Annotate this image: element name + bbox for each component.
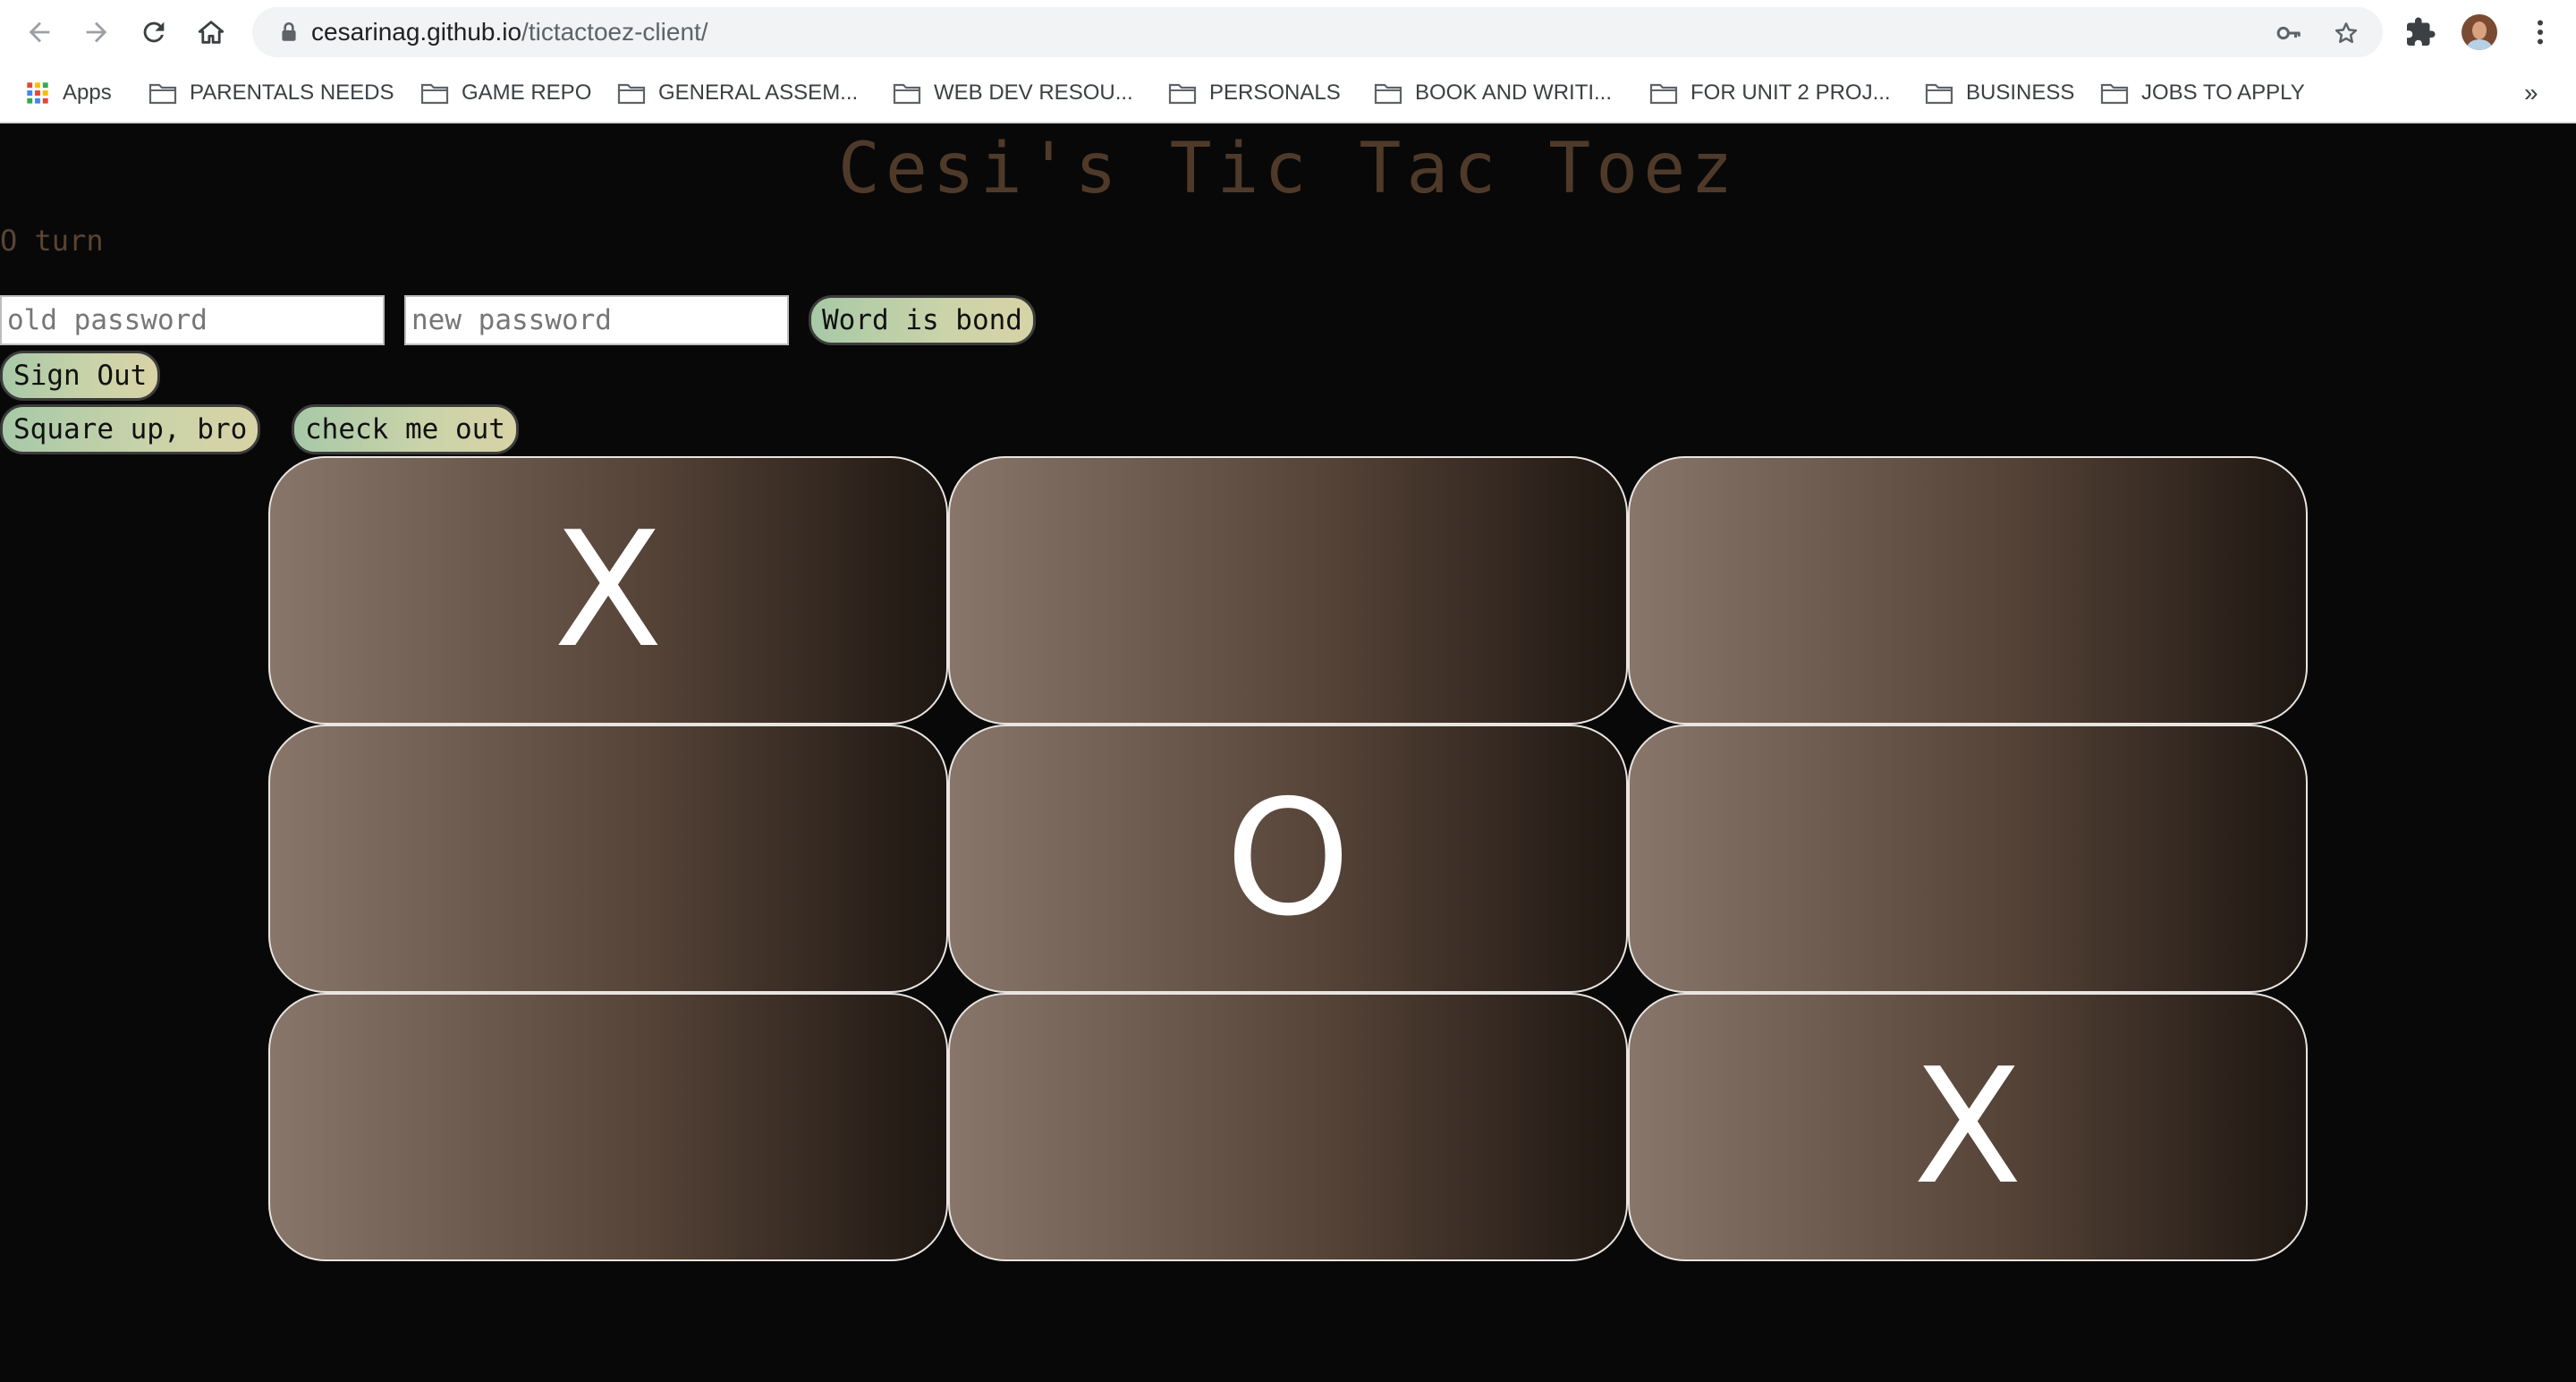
bookmarks-overflow-button[interactable]: » xyxy=(2524,64,2538,122)
bookmark-label: PARENTALS NEEDS xyxy=(190,81,394,105)
bookmark-folder[interactable]: FOR UNIT 2 PROJ... xyxy=(1649,64,1891,122)
lock-icon[interactable] xyxy=(277,21,301,44)
bookmark-folder[interactable]: BOOK AND WRITI... xyxy=(1374,64,1612,122)
back-arrow-icon[interactable] xyxy=(20,13,59,52)
bookmark-folder[interactable]: GENERAL ASSEM... xyxy=(617,64,858,122)
profile-avatar[interactable] xyxy=(2462,14,2497,50)
folder-icon xyxy=(1168,83,1197,105)
bookmark-label: GENERAL ASSEM... xyxy=(658,81,859,105)
board-cell-2[interactable] xyxy=(1628,456,2308,725)
bookmark-label: BUSINESS xyxy=(1966,81,2075,105)
folder-icon xyxy=(420,83,449,105)
board-cell-5[interactable] xyxy=(1628,725,2308,993)
address-bar[interactable]: cesarinag.github.io/tictactoez-client/ xyxy=(252,7,2383,57)
folder-icon xyxy=(893,83,921,105)
turn-message: O turn xyxy=(0,224,104,258)
new-game-button[interactable]: Square up, bro xyxy=(0,404,261,454)
folder-icon xyxy=(617,83,646,105)
forward-arrow-icon[interactable] xyxy=(77,13,116,52)
folder-icon xyxy=(148,83,177,105)
bookmark-label: JOBS TO APPLY xyxy=(2141,81,2305,105)
bookmark-label: GAME REPO xyxy=(462,81,592,105)
bookmark-label: WEB DEV RESOU... xyxy=(934,81,1133,105)
board-cell-7[interactable] xyxy=(948,993,1628,1261)
board-cell-0[interactable]: X xyxy=(268,456,948,725)
board-cell-3[interactable] xyxy=(268,725,948,993)
bookmark-apps[interactable]: Apps xyxy=(25,64,112,122)
extensions-puzzle-icon[interactable] xyxy=(2404,16,2436,48)
bookmark-folder[interactable]: JOBS TO APPLY xyxy=(2100,64,2305,122)
board-cell-1[interactable] xyxy=(948,456,1628,725)
star-icon[interactable] xyxy=(2333,20,2360,47)
stats-button[interactable]: check me out xyxy=(292,404,519,454)
folder-icon xyxy=(1925,83,1953,105)
board-cell-8[interactable]: X xyxy=(1628,993,2308,1261)
url-text[interactable]: cesarinag.github.io/tictactoez-client/ xyxy=(311,7,708,57)
bookmark-label: Apps xyxy=(63,81,112,105)
change-password-button[interactable]: Word is bond xyxy=(809,295,1036,345)
bookmark-folder[interactable]: BUSINESS xyxy=(1925,64,2074,122)
menu-dots-icon[interactable] xyxy=(2524,16,2556,48)
game-page: Cesi's Tic Tac Toez O turn Word is bond … xyxy=(0,123,2576,1382)
bookmark-folder[interactable]: PERSONALS xyxy=(1168,64,1341,122)
bookmark-folder[interactable]: WEB DEV RESOU... xyxy=(893,64,1133,122)
new-password-input[interactable] xyxy=(404,295,789,345)
bookmark-folder[interactable]: PARENTALS NEEDS xyxy=(148,64,394,122)
key-icon[interactable] xyxy=(2275,20,2302,47)
bookmark-label: BOOK AND WRITI... xyxy=(1415,81,1613,105)
home-icon[interactable] xyxy=(191,13,231,52)
browser-toolbar: cesarinag.github.io/tictactoez-client/ xyxy=(0,0,2576,64)
sign-out-button[interactable]: Sign Out xyxy=(0,351,161,401)
reload-icon[interactable] xyxy=(134,13,174,52)
game-board: X O X xyxy=(268,456,2308,1261)
board-cell-6[interactable] xyxy=(268,993,948,1261)
folder-icon xyxy=(1374,83,1402,105)
bookmark-label: FOR UNIT 2 PROJ... xyxy=(1690,81,1891,105)
folder-icon xyxy=(1649,83,1678,105)
old-password-input[interactable] xyxy=(0,295,385,345)
bookmarks-bar: Apps PARENTALS NEEDS GAME REPO GENERAL A… xyxy=(0,64,2576,123)
page-title: Cesi's Tic Tac Toez xyxy=(837,129,1739,209)
apps-grid-icon xyxy=(27,82,48,104)
board-cell-4[interactable]: O xyxy=(948,725,1628,993)
bookmark-label: PERSONALS xyxy=(1209,81,1341,105)
folder-icon xyxy=(2100,83,2129,105)
bookmark-folder[interactable]: GAME REPO xyxy=(420,64,591,122)
